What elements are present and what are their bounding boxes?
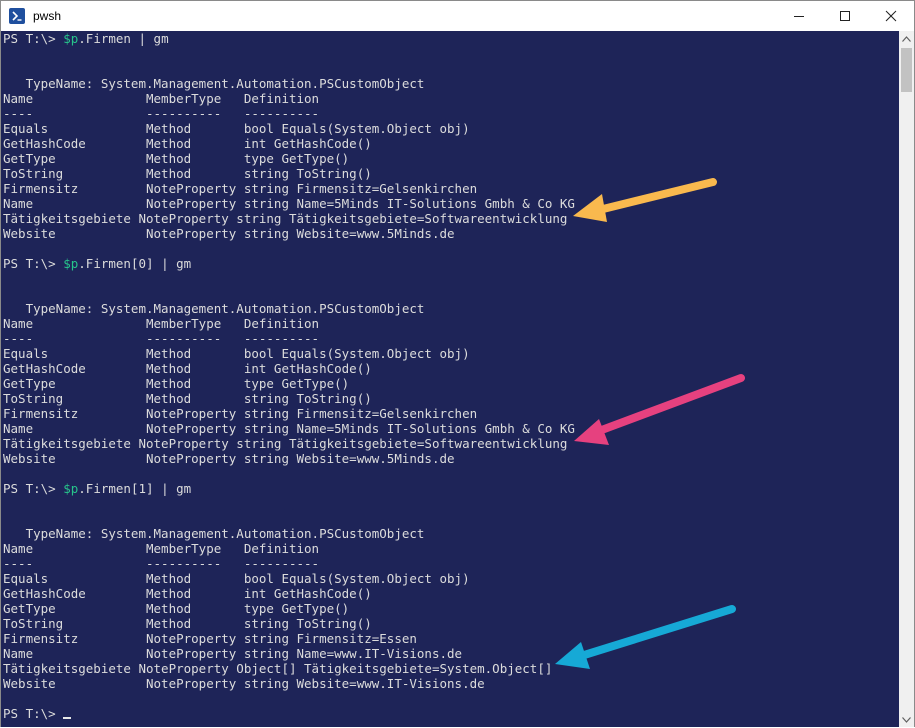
output-text: Tätigkeitsgebiete NoteProperty Object[] … xyxy=(3,661,553,676)
output-text: Website NoteProperty string Website=www.… xyxy=(3,676,485,691)
output-text: GetType Method type GetType() xyxy=(3,601,350,616)
output-line: Equals Method bool Equals(System.Object … xyxy=(3,571,470,586)
output-text: GetHashCode Method int GetHashCode() xyxy=(3,586,372,601)
output-text: TypeName: System.Management.Automation.P… xyxy=(3,526,425,541)
variable-token: $p xyxy=(63,256,79,271)
output-text: TypeName: System.Management.Automation.P… xyxy=(3,301,425,316)
prompt-text: PS T:\> xyxy=(3,256,64,271)
console-output[interactable]: PS T:\> $p.Firmen | gm TypeName: System.… xyxy=(1,31,899,727)
output-text: Firmensitz NoteProperty string Firmensit… xyxy=(3,406,478,421)
output-text: ToString Method string ToString() xyxy=(3,616,372,631)
terminal-window: pwsh PS T:\> $p.Firmen | gm TypeName: Sy… xyxy=(0,0,915,727)
command-text: .Firmen[0] | gm xyxy=(78,256,192,271)
output-text: ToString Method string ToString() xyxy=(3,166,372,181)
output-text: GetType Method type GetType() xyxy=(3,376,350,391)
powershell-icon xyxy=(9,8,25,24)
output-line: Name NoteProperty string Name=5Minds IT-… xyxy=(3,196,575,211)
output-text: GetHashCode Method int GetHashCode() xyxy=(3,136,372,151)
output-line: Website NoteProperty string Website=www.… xyxy=(3,226,455,241)
output-line: ToString Method string ToString() xyxy=(3,616,372,631)
output-text: ToString Method string ToString() xyxy=(3,391,372,406)
output-text: ---- ---------- ---------- xyxy=(3,106,320,121)
maximize-button[interactable] xyxy=(822,1,868,31)
output-line: Name MemberType Definition xyxy=(3,91,319,106)
output-text: Website NoteProperty string Website=www.… xyxy=(3,226,455,241)
output-text: Tätigkeitsgebiete NoteProperty string Tä… xyxy=(3,211,568,226)
output-line: ToString Method string ToString() xyxy=(3,391,372,406)
output-line: ToString Method string ToString() xyxy=(3,166,372,181)
output-line: Name MemberType Definition xyxy=(3,541,319,556)
output-line: ---- ---------- ---------- xyxy=(3,106,319,121)
prompt-line: PS T:\> $p.Firmen[1] | gm xyxy=(3,481,191,496)
text-cursor xyxy=(63,717,72,719)
output-text: ---- ---------- ---------- xyxy=(3,331,320,346)
output-text: Equals Method bool Equals(System.Object … xyxy=(3,121,470,136)
variable-token: $p xyxy=(63,481,79,496)
output-line: TypeName: System.Management.Automation.P… xyxy=(3,526,425,541)
output-line: GetType Method type GetType() xyxy=(3,151,349,166)
output-text: Equals Method bool Equals(System.Object … xyxy=(3,571,470,586)
window-title: pwsh xyxy=(33,9,62,23)
prompt-line: PS T:\> xyxy=(3,706,72,721)
command-text: .Firmen[1] | gm xyxy=(78,481,192,496)
output-line: GetHashCode Method int GetHashCode() xyxy=(3,361,372,376)
scroll-up-arrow-icon[interactable] xyxy=(899,31,914,46)
output-text: GetType Method type GetType() xyxy=(3,151,350,166)
output-text: Name NoteProperty string Name=www.IT-Vis… xyxy=(3,646,463,661)
output-line: Website NoteProperty string Website=www.… xyxy=(3,676,485,691)
prompt-line: PS T:\> $p.Firmen[0] | gm xyxy=(3,256,191,271)
output-line: Name MemberType Definition xyxy=(3,316,319,331)
output-text: Website NoteProperty string Website=www.… xyxy=(3,451,455,466)
output-text: Tätigkeitsgebiete NoteProperty string Tä… xyxy=(3,436,568,451)
prompt-text: PS T:\> xyxy=(3,481,64,496)
output-line: Tätigkeitsgebiete NoteProperty string Tä… xyxy=(3,436,567,451)
output-line: Firmensitz NoteProperty string Firmensit… xyxy=(3,406,477,421)
output-line: Website NoteProperty string Website=www.… xyxy=(3,451,455,466)
output-line: GetHashCode Method int GetHashCode() xyxy=(3,136,372,151)
output-line: Equals Method bool Equals(System.Object … xyxy=(3,346,470,361)
output-line: GetType Method type GetType() xyxy=(3,376,349,391)
scroll-down-arrow-icon[interactable] xyxy=(899,712,914,727)
variable-token: $p xyxy=(63,31,79,46)
close-button[interactable] xyxy=(868,1,914,31)
output-text: ---- ---------- ---------- xyxy=(3,556,320,571)
output-line: TypeName: System.Management.Automation.P… xyxy=(3,76,425,91)
output-text: Name MemberType Definition xyxy=(3,91,320,106)
output-line: Equals Method bool Equals(System.Object … xyxy=(3,121,470,136)
close-icon xyxy=(885,10,897,22)
output-line: ---- ---------- ---------- xyxy=(3,331,319,346)
output-line: Name NoteProperty string Name=www.IT-Vis… xyxy=(3,646,462,661)
output-text: Name MemberType Definition xyxy=(3,316,320,331)
prompt-text: PS T:\> xyxy=(3,31,64,46)
output-line: ---- ---------- ---------- xyxy=(3,556,319,571)
output-text: Firmensitz NoteProperty string Firmensit… xyxy=(3,631,417,646)
output-text: Name NoteProperty string Name=5Minds IT-… xyxy=(3,421,575,436)
vertical-scrollbar[interactable] xyxy=(899,31,914,727)
output-line: GetType Method type GetType() xyxy=(3,601,349,616)
output-line: Tätigkeitsgebiete NoteProperty string Tä… xyxy=(3,211,567,226)
output-line: Tätigkeitsgebiete NoteProperty Object[] … xyxy=(3,661,552,676)
output-text: TypeName: System.Management.Automation.P… xyxy=(3,76,425,91)
output-line: Firmensitz NoteProperty string Firmensit… xyxy=(3,631,417,646)
scrollbar-thumb[interactable] xyxy=(901,48,912,92)
prompt-text: PS T:\> xyxy=(3,706,64,721)
prompt-line: PS T:\> $p.Firmen | gm xyxy=(3,31,169,46)
minimize-button[interactable] xyxy=(776,1,822,31)
output-line: Name NoteProperty string Name=5Minds IT-… xyxy=(3,421,575,436)
output-line: Firmensitz NoteProperty string Firmensit… xyxy=(3,181,477,196)
output-text: Firmensitz NoteProperty string Firmensit… xyxy=(3,181,478,196)
output-line: GetHashCode Method int GetHashCode() xyxy=(3,586,372,601)
output-text: GetHashCode Method int GetHashCode() xyxy=(3,361,372,376)
title-bar[interactable]: pwsh xyxy=(1,1,914,31)
output-text: Name NoteProperty string Name=5Minds IT-… xyxy=(3,196,575,211)
command-text: .Firmen | gm xyxy=(78,31,169,46)
output-text: Equals Method bool Equals(System.Object … xyxy=(3,346,470,361)
output-text: Name MemberType Definition xyxy=(3,541,320,556)
output-line: TypeName: System.Management.Automation.P… xyxy=(3,301,425,316)
maximize-icon xyxy=(840,11,850,21)
minimize-icon xyxy=(794,16,804,17)
